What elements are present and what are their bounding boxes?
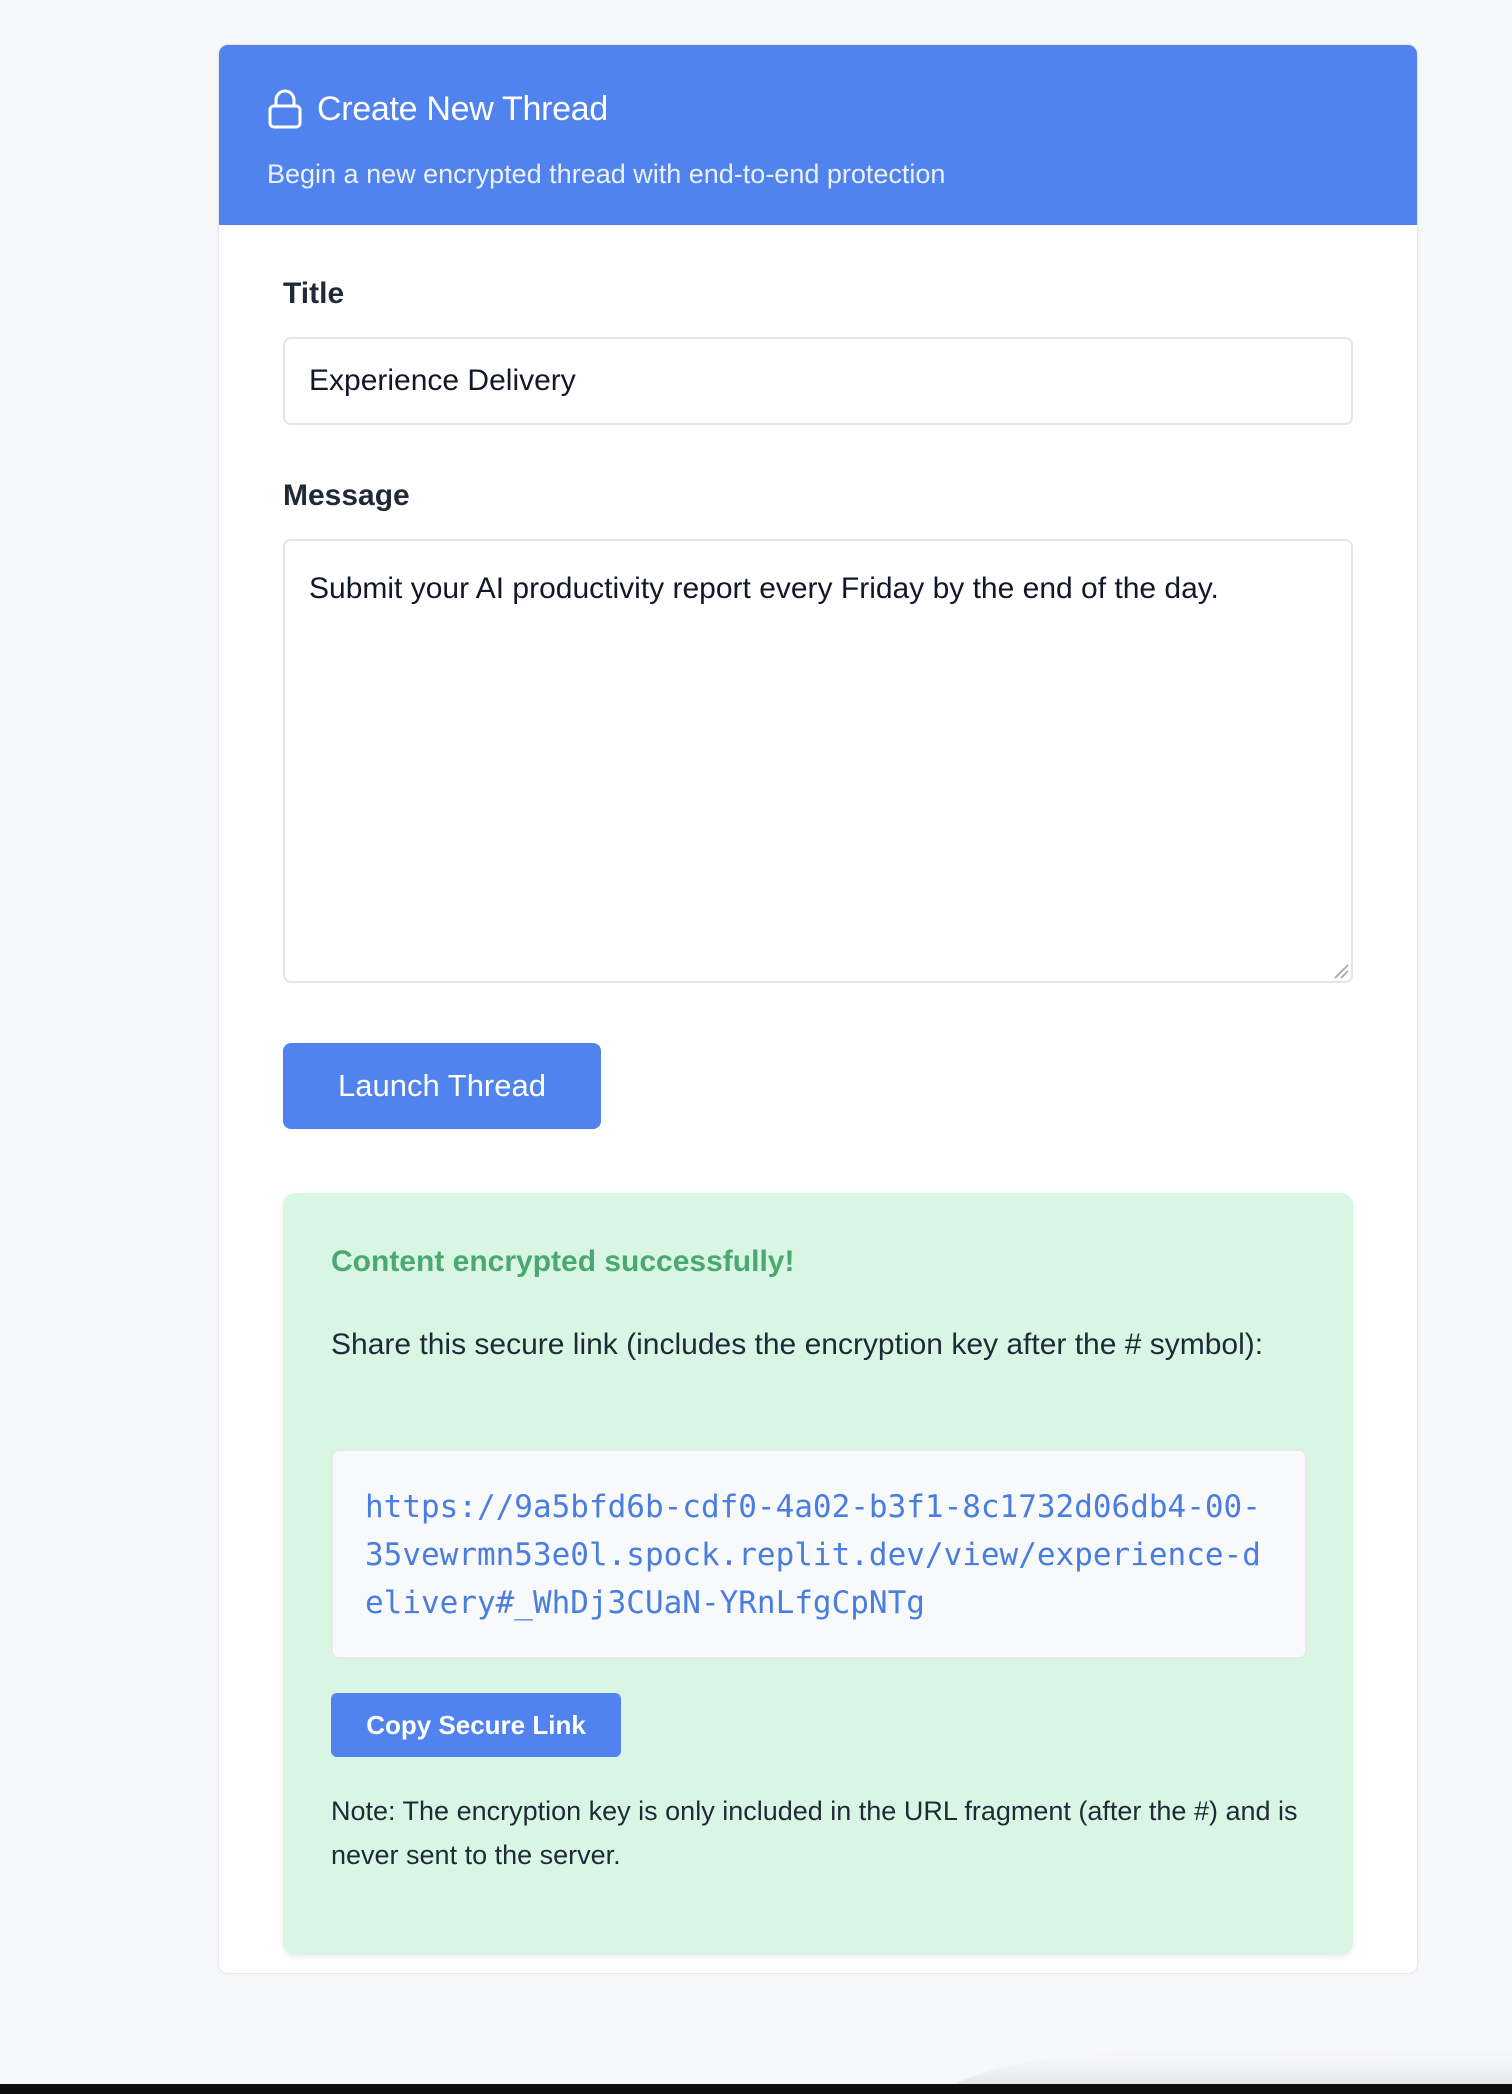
success-heading: Content encrypted successfully!: [331, 1245, 795, 1278]
bottom-edge-bar: [0, 2084, 1512, 2094]
page-title: Create New Thread: [317, 89, 608, 128]
card-header: Create New Thread Begin a new encrypted …: [219, 45, 1417, 225]
resize-grip-icon[interactable]: [1333, 963, 1349, 979]
window-corner-shadow: [940, 2044, 1512, 2094]
header-title-row: Create New Thread: [267, 87, 608, 131]
share-instructions: Share this secure link (includes the enc…: [331, 1328, 1264, 1361]
title-input[interactable]: [283, 337, 1353, 425]
secure-link[interactable]: https://9a5bfd6b-cdf0-4a02-b3f1-8c1732d0…: [365, 1483, 1273, 1627]
message-textarea[interactable]: Submit your AI productivity report every…: [283, 539, 1353, 983]
security-note: Note: The encryption key is only include…: [331, 1796, 1298, 1870]
message-label: Message: [283, 479, 410, 512]
lock-icon: [267, 89, 303, 129]
launch-thread-button[interactable]: Launch Thread: [283, 1043, 601, 1129]
secure-link-box[interactable]: https://9a5bfd6b-cdf0-4a02-b3f1-8c1732d0…: [331, 1449, 1307, 1659]
create-thread-card: Create New Thread Begin a new encrypted …: [218, 44, 1418, 1974]
page-subtitle: Begin a new encrypted thread with end-to…: [267, 159, 946, 189]
copy-secure-link-button[interactable]: Copy Secure Link: [331, 1693, 621, 1757]
success-panel: Content encrypted successfully! Share th…: [283, 1193, 1353, 1955]
title-label: Title: [283, 277, 345, 310]
